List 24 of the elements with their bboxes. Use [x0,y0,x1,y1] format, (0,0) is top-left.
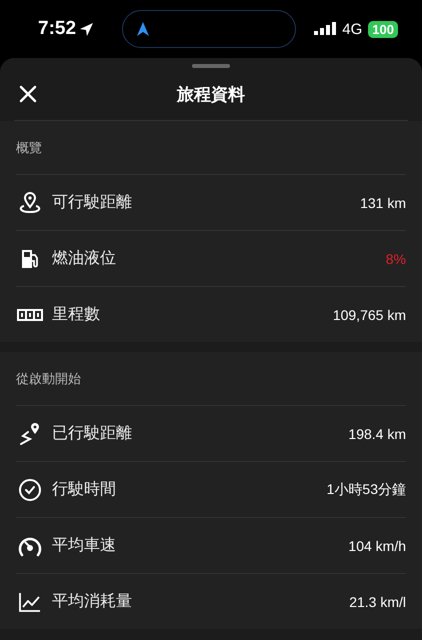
stat-value: 198.4 km [348,426,406,442]
section-title: 從啟動開始 [16,370,81,388]
stat-label: 行駛時間 [52,479,116,500]
stat-label: 燃油液位 [52,248,116,269]
stat-value: 21.3 km/l [349,594,406,610]
odometer-icon [16,308,44,322]
battery-indicator: 100 [368,20,398,38]
section-title: 概覽 [16,140,42,156]
stat-value: 1小時53分鐘 [326,480,406,498]
sheet-title: 旅程資料 [177,84,245,104]
stat-label: 平均車速 [52,535,116,556]
stat-label: 里程數 [52,304,100,325]
signal-icon [314,22,336,36]
clock-time: 7:52 [38,18,76,40]
navigation-arrow-icon [137,22,150,36]
stat-label: 已行駛距離 [52,423,132,444]
stat-value: 8% [386,250,406,266]
stat-label: 可行駛距離 [52,192,132,213]
stat-value: 131 km [360,194,406,210]
stat-value: 109,765 km [332,306,406,322]
stat-value: 104 km/h [348,538,406,554]
location-arrow-icon [79,22,94,36]
network-label: 4G [342,20,362,38]
stat-label: 平均消耗量 [52,591,132,612]
